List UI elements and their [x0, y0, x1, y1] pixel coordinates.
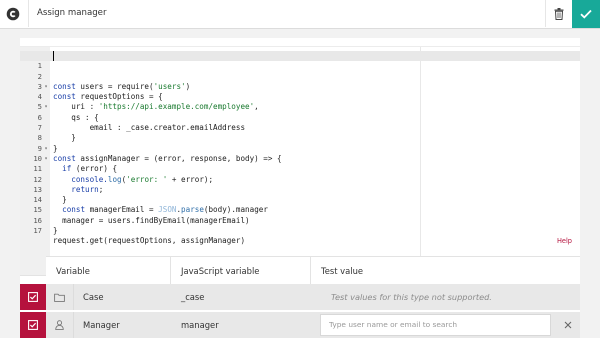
code-token: request.get(requestOptions, assignManage… [53, 236, 246, 246]
title-input[interactable]: Assign manager [28, 0, 546, 27]
checkbox-checked-icon [28, 292, 38, 302]
table-header: Variable JavaScript variable Test value [46, 256, 580, 286]
code-lines: 1 const users = require('users') 2 ▾ con… [20, 51, 580, 246]
code-line[interactable]: 3 uri : 'https://api.example.com/employe… [20, 72, 580, 112]
script-panel: 1 const users = require('users') 2 ▾ con… [20, 38, 580, 338]
code-line[interactable]: 10 console.log('error: ' + error); [20, 144, 580, 184]
code-line[interactable]: 12 } [20, 164, 580, 205]
line-number: 17 [33, 226, 42, 236]
code-line[interactable]: 16 request.get(requestOptions, assignMan… [20, 205, 580, 246]
code-line[interactable]: 6 } [20, 102, 580, 143]
checkbox-checked-icon [28, 320, 38, 330]
row-checkbox[interactable] [20, 284, 46, 310]
help-link[interactable]: Help [557, 237, 572, 245]
code-line[interactable]: 11 return; [20, 154, 580, 194]
user-search-input[interactable]: Type user name or email to search [320, 314, 551, 336]
code-line[interactable]: 9 ▾ if (error) { [20, 133, 580, 174]
text-cursor [53, 51, 54, 62]
close-icon[interactable] [558, 312, 578, 338]
row-body: Case _case Test values for this type not… [46, 284, 580, 310]
column-header-variable: Variable [46, 257, 171, 285]
test-value-note: Test values for this type not supported. [331, 292, 492, 302]
column-header-js-variable: JavaScript variable [171, 257, 311, 285]
code-line[interactable]: 5 email : _case.creator.emailAddress [20, 92, 580, 132]
delete-button[interactable] [546, 0, 572, 27]
table-row: Manager manager Type user name or email … [20, 312, 580, 338]
check-icon [580, 9, 592, 19]
app-logo-icon[interactable] [5, 6, 21, 22]
code-line[interactable]: 1 const users = require('users') [20, 51, 580, 91]
row-body: Manager manager Type user name or email … [46, 312, 580, 338]
code-line[interactable]: 4 ▾ qs : { [20, 82, 580, 122]
row-checkbox[interactable] [20, 312, 46, 338]
variable-name: Manager [83, 320, 120, 330]
code-line[interactable]: 17 [20, 216, 580, 235]
variable-name: Case [83, 292, 104, 302]
code-line[interactable]: 2 ▾ const requestOptions = { [20, 61, 580, 102]
js-variable-name: manager [181, 320, 219, 330]
code-line[interactable]: 7 } [20, 113, 580, 153]
code-line[interactable]: 14 manager = users.findByEmail(managerEm… [20, 185, 580, 225]
confirm-button[interactable] [572, 0, 600, 28]
folder-icon [46, 284, 74, 310]
js-variable-name: _case [181, 292, 205, 302]
code-line[interactable]: 13 const managerEmail = JSON.parse(body)… [20, 175, 580, 215]
code-editor[interactable]: 1 const users = require('users') 2 ▾ con… [20, 46, 580, 276]
top-bar: Assign manager [0, 0, 600, 29]
user-icon [46, 312, 74, 338]
trash-icon [554, 7, 564, 20]
code-line[interactable]: 15 } [20, 195, 580, 235]
table-row: Case _case Test values for this type not… [20, 284, 580, 310]
code-line[interactable]: 8 ▾ const assignManager = (error, respon… [20, 123, 580, 163]
column-header-test-value: Test value [321, 266, 364, 276]
